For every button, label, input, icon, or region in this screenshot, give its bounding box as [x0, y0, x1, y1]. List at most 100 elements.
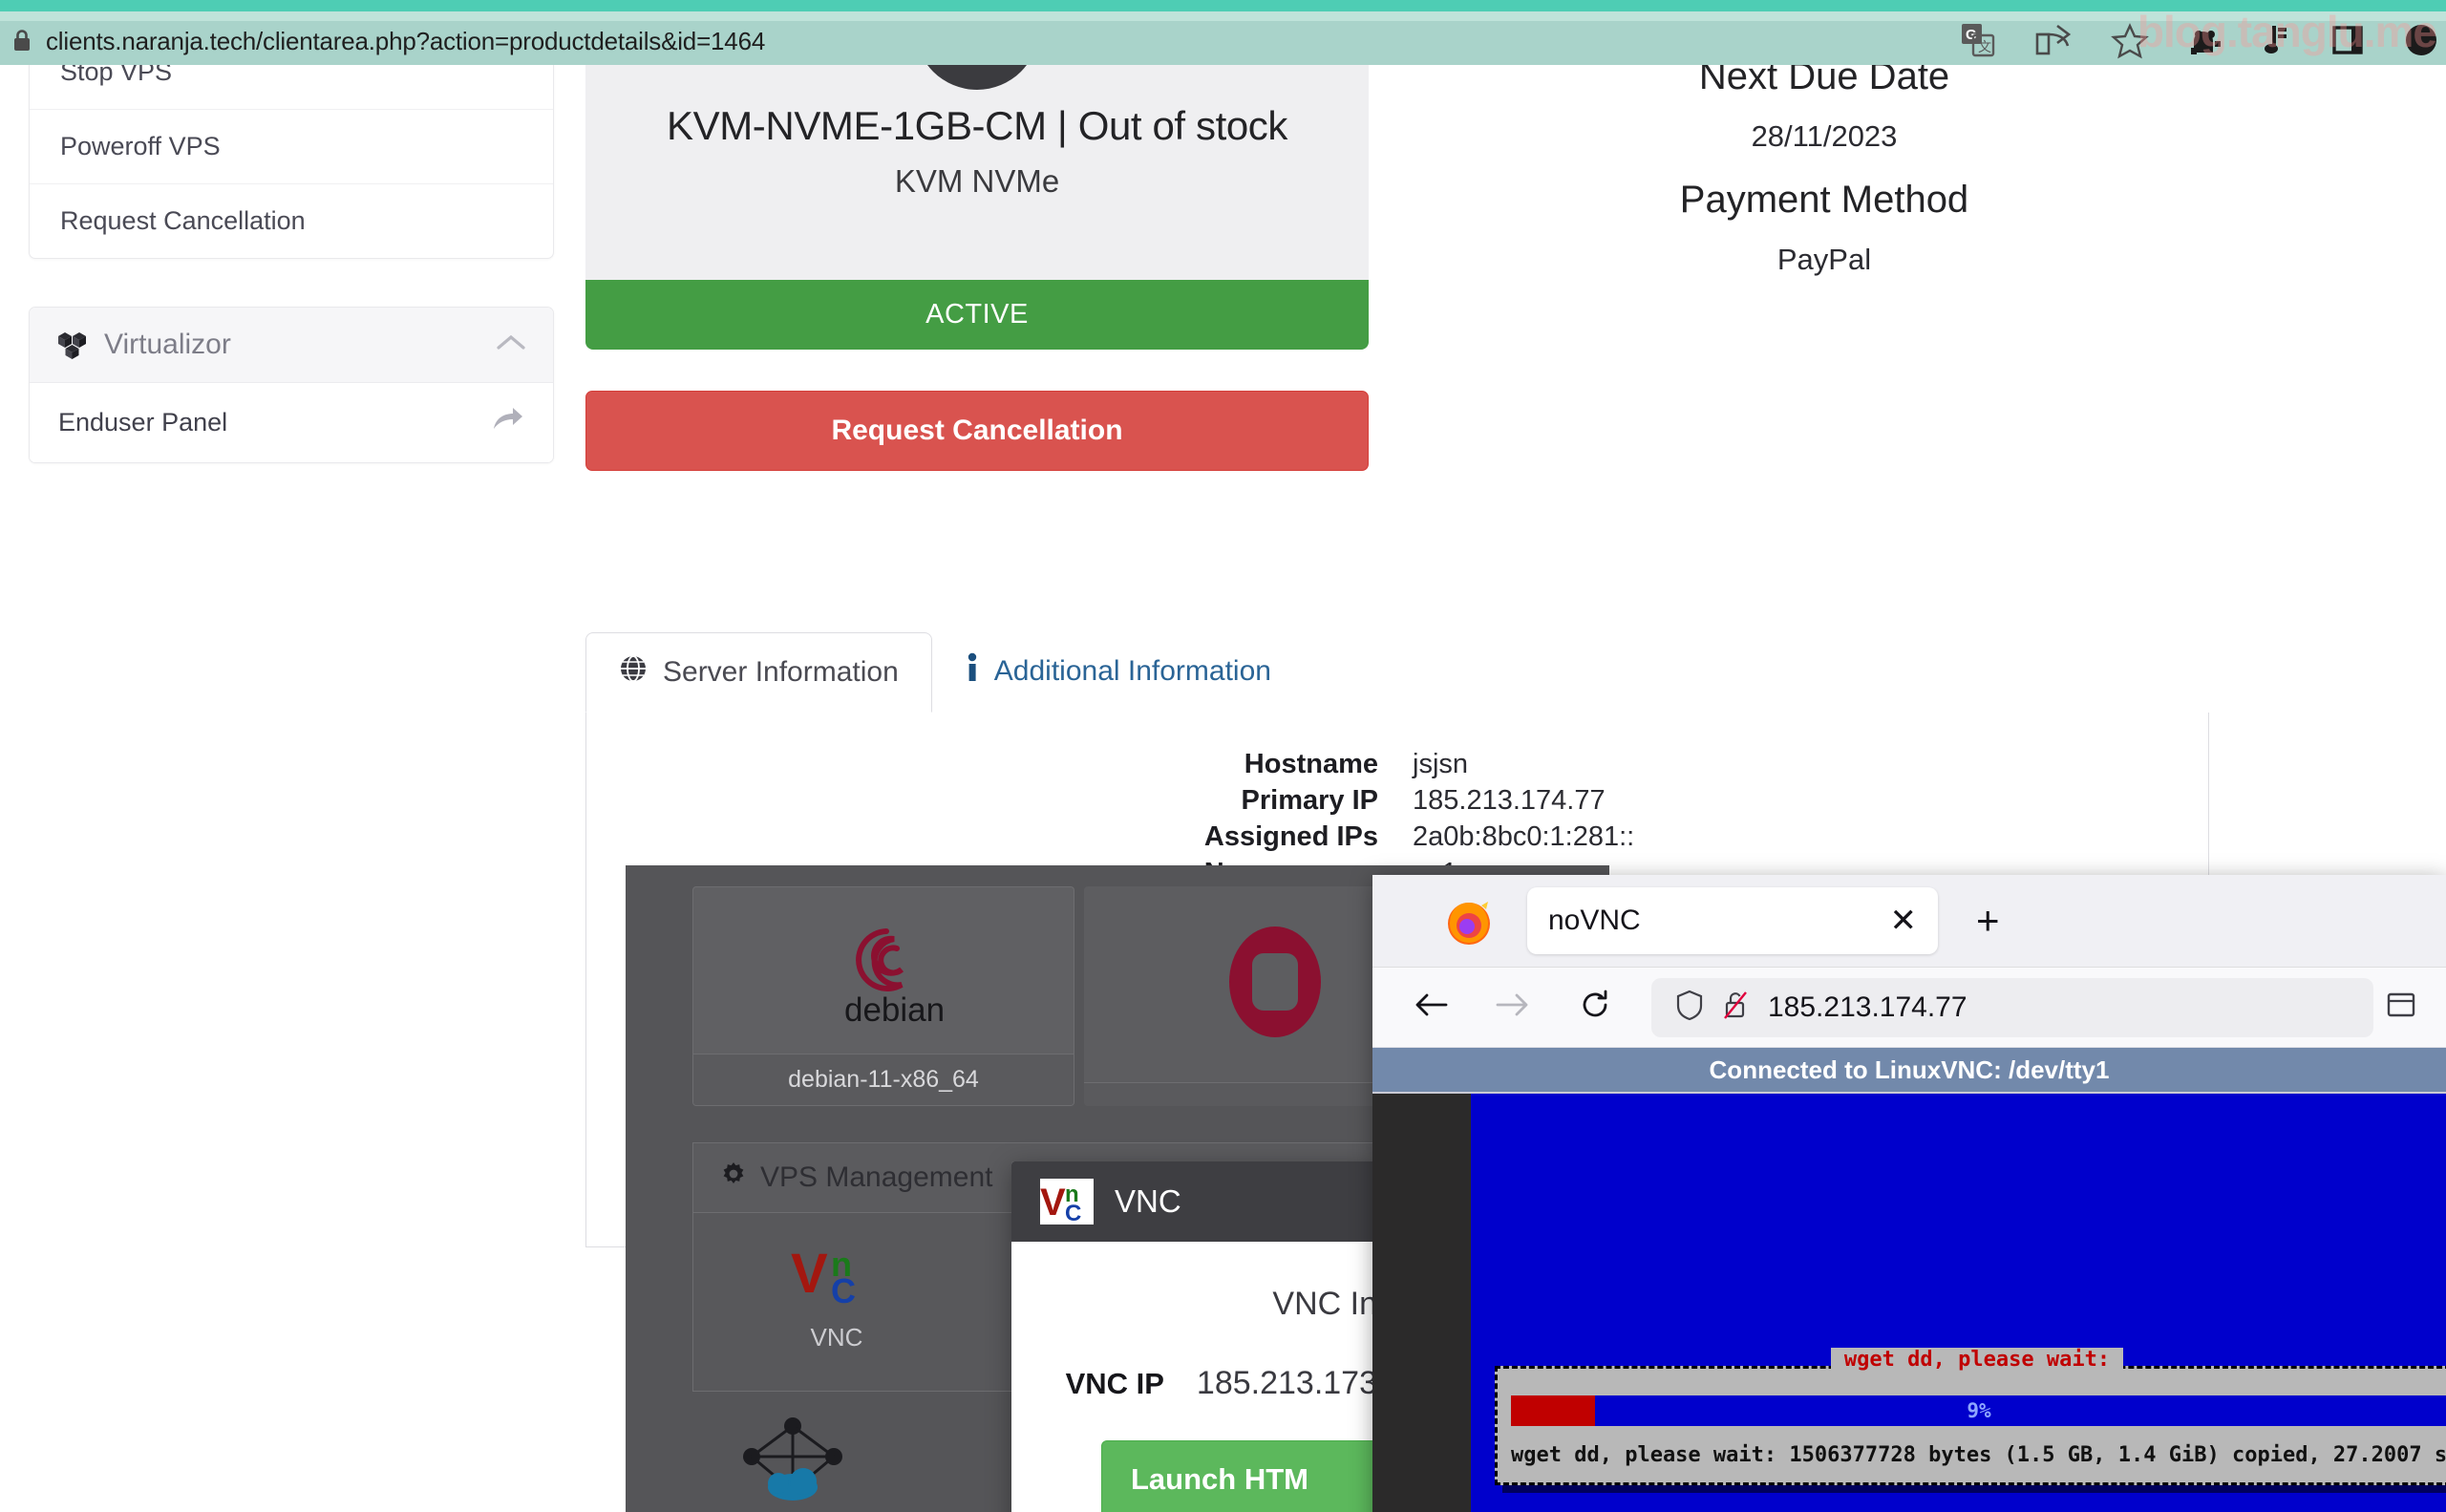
- progress-bar: 9%: [1511, 1395, 2446, 1426]
- shield-icon[interactable]: [1676, 990, 1703, 1025]
- request-cancellation-button[interactable]: Request Cancellation: [585, 391, 1369, 471]
- wget-dialog-title: wget dd, please wait:: [1830, 1348, 2124, 1372]
- unlocked-padlock-icon[interactable]: [1722, 990, 1749, 1025]
- close-icon[interactable]: ✕: [1890, 905, 1918, 937]
- vnc-ip-value: 185.213.173: [1196, 1365, 1377, 1401]
- opensuse-logo: [1208, 886, 1342, 1082]
- vnc-modal-body: VNC In VNC IP 185.213.173 Launch HTM: [1011, 1242, 1377, 1512]
- external-link-icon: [492, 406, 524, 439]
- vnc-ip-row: VNC IP 185.213.173: [1011, 1365, 1377, 1402]
- tab-additional-information-label: Additional Information: [993, 655, 1271, 687]
- screenshot-root: clients.naranja.tech/clientarea.php?acti…: [0, 0, 2446, 1512]
- share-icon[interactable]: [2035, 23, 2072, 57]
- server-info-label: Assigned IPs: [1203, 821, 1378, 852]
- extensions-icon[interactable]: [2188, 24, 2224, 56]
- os-template-debian[interactable]: debian debian-11-x86_64: [692, 886, 1074, 1106]
- wget-progress-message: wget dd, please wait: 1506377728 bytes (…: [1511, 1443, 2446, 1467]
- server-info-label: Hostname: [1244, 749, 1378, 779]
- product-avatar: [915, 65, 1039, 90]
- firefox-tab-novnc[interactable]: noVNC ✕: [1527, 887, 1938, 954]
- page-content: Stop VPS Poweroff VPS Request Cancellati…: [0, 65, 2446, 1512]
- table-row: Hostname jsjsn: [1092, 749, 1703, 780]
- tab-list: Server Information Additional Informatio…: [585, 630, 2209, 713]
- wget-dialog-title-wrap: wget dd, please wait:: [1498, 1348, 2446, 1372]
- arrow-left-icon[interactable]: [1390, 990, 1472, 1024]
- novnc-left-gutter: [1372, 1094, 1471, 1512]
- vnc-logo: V n C: [1040, 1179, 1094, 1226]
- svg-text:文: 文: [1978, 39, 1991, 54]
- progress-percent-label: 9%: [1967, 1399, 1991, 1422]
- product-card: KVM-NVME-1GB-CM | Out of stock KVM NVMe: [585, 65, 1369, 280]
- network-cloud-icon: [740, 1417, 845, 1506]
- vps-tool-vnc[interactable]: V n C VNC: [751, 1240, 923, 1352]
- table-row: Assigned IPs 2a0b:8bc0:1:281::: [1092, 821, 1703, 853]
- payment-method-label: Payment Method: [1679, 179, 1969, 221]
- novnc-status-bar: Connected to LinuxVNC: /dev/tty1: [1372, 1048, 2446, 1094]
- server-info-value: 185.213.174.77: [1413, 785, 1606, 816]
- globe-icon: [619, 654, 648, 691]
- sidebar-virtualizor-card: Virtualizor Enduser Panel: [29, 307, 554, 463]
- firefox-tab-title: noVNC: [1548, 905, 1641, 936]
- server-info-value: 2a0b:8bc0:1:281::: [1413, 821, 1635, 852]
- virtualizor-panel-header[interactable]: Virtualizor: [30, 308, 553, 383]
- payment-method-value: PayPal: [1776, 243, 1872, 276]
- firefox-navbar: 185.213.174.77: [1372, 968, 2446, 1048]
- vps-tool-label: VNC: [810, 1323, 863, 1352]
- sidebar-icon[interactable]: [2331, 24, 2364, 56]
- server-info-label: Primary IP: [1241, 785, 1378, 816]
- vnc-modal-header: V n C VNC: [1011, 1161, 1377, 1242]
- server-info-value: jsjsn: [1413, 749, 1469, 779]
- os-template-name: debian-11-x86_64: [693, 1054, 1074, 1105]
- tab-additional-information[interactable]: Additional Information: [932, 630, 1305, 713]
- browser-top-strip: [0, 0, 2446, 11]
- profile-icon[interactable]: [2404, 23, 2438, 57]
- vnc-modal: V n C VNC VNC In VNC IP 185.213.173 Laun…: [1011, 1161, 1377, 1512]
- media-note-icon[interactable]: [2265, 23, 2291, 57]
- sidebar-actions-card: Stop VPS Poweroff VPS Request Cancellati…: [29, 65, 554, 259]
- billing-summary: Next Due Date 28/11/2023 Payment Method …: [1490, 65, 2159, 277]
- lock-icon: [11, 29, 32, 52]
- sidebar-item-enduser-panel[interactable]: Enduser Panel: [30, 383, 553, 462]
- wget-progress-dialog: wget dd, please wait: 9% wget dd, please…: [1495, 1348, 2446, 1485]
- vnc-logo: V n C: [789, 1243, 884, 1312]
- novnc-canvas[interactable]: wget dd, please wait: 9% wget dd, please…: [1372, 1094, 2446, 1512]
- vnc-modal-title: VNC: [1115, 1183, 1181, 1219]
- translate-icon[interactable]: G 文: [1961, 23, 1995, 57]
- vnc-ip-label: VNC IP: [1065, 1367, 1164, 1400]
- plus-icon[interactable]: +: [1976, 901, 2000, 941]
- sidebar: Stop VPS Poweroff VPS Request Cancellati…: [29, 65, 554, 463]
- vnc-modal-heading: VNC In: [1272, 1286, 1377, 1322]
- svg-text:C: C: [1065, 1201, 1081, 1226]
- product-subtitle: KVM NVMe: [894, 163, 1060, 200]
- page-actions-icon[interactable]: [2385, 989, 2429, 1026]
- gear-icon: [720, 1161, 747, 1195]
- bookmark-star-icon[interactable]: [2111, 23, 2149, 59]
- svg-text:C: C: [831, 1271, 856, 1310]
- firefox-url-text[interactable]: 185.213.174.77: [1768, 991, 1967, 1024]
- firefox-url-bar[interactable]: 185.213.174.77: [1651, 977, 2373, 1037]
- sidebar-item-stop-vps[interactable]: Stop VPS: [30, 65, 553, 110]
- svg-text:V: V: [1040, 1182, 1066, 1224]
- reload-icon[interactable]: [1554, 989, 1636, 1026]
- cubes-icon: [56, 330, 89, 359]
- product-title: KVM-NVME-1GB-CM | Out of stock: [666, 103, 1287, 148]
- tab-server-information-label: Server Information: [663, 656, 899, 688]
- svg-text:V: V: [791, 1243, 828, 1305]
- sidebar-item-poweroff-vps[interactable]: Poweroff VPS: [30, 110, 553, 184]
- svg-text:debian: debian: [844, 991, 945, 1029]
- debian-logo: debian: [812, 887, 955, 1054]
- next-due-date-value: 28/11/2023: [1751, 119, 1898, 153]
- arrow-right-icon[interactable]: [1472, 990, 1554, 1024]
- table-row: Primary IP 185.213.174.77: [1092, 785, 1703, 817]
- tab-server-information[interactable]: Server Information: [585, 632, 932, 713]
- browser-toolbar-icons: G 文: [1961, 19, 2438, 61]
- launch-html-button[interactable]: Launch HTM: [1101, 1440, 1377, 1512]
- sidebar-item-request-cancellation[interactable]: Request Cancellation: [30, 184, 553, 258]
- url-text[interactable]: clients.naranja.tech/clientarea.php?acti…: [46, 27, 765, 56]
- firefox-window: noVNC ✕ + 185.213.174.77 Connected to Li…: [1372, 875, 2446, 1512]
- info-icon: [966, 652, 979, 691]
- chevron-up-icon[interactable]: [496, 333, 526, 357]
- enduser-panel-label: Enduser Panel: [58, 408, 228, 437]
- product-summary: KVM-NVME-1GB-CM | Out of stock KVM NVMe …: [585, 65, 1369, 471]
- firefox-tabstrip: noVNC ✕ +: [1372, 875, 2446, 968]
